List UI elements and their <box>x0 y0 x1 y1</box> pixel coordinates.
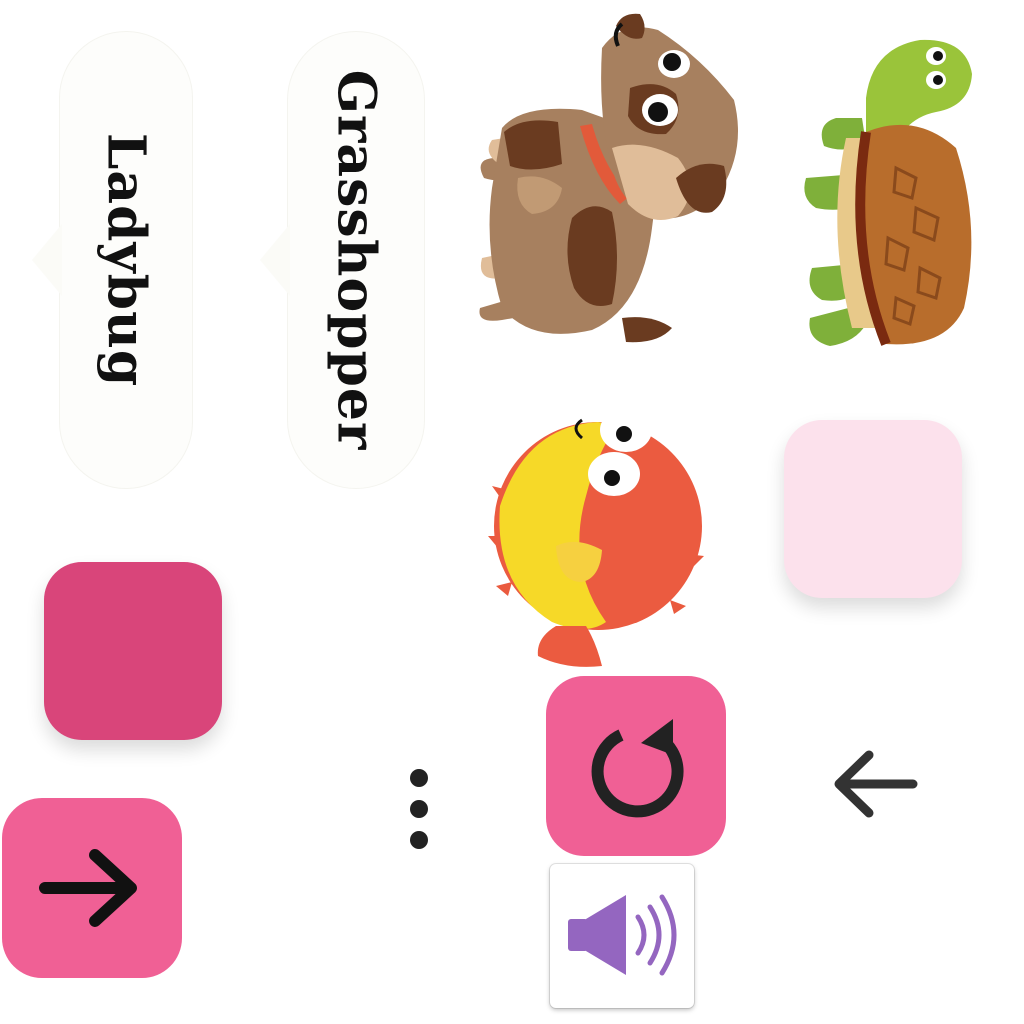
turtle-icon <box>804 39 972 346</box>
dog-icon <box>479 13 738 343</box>
word-card-ladybug[interactable]: Ladybug <box>32 32 192 488</box>
more-vertical-icon <box>410 769 428 849</box>
replay-icon <box>591 719 684 818</box>
game-stage: Ladybug Grasshopper <box>0 0 1024 1024</box>
word-label: Grasshopper <box>325 69 387 451</box>
turtle-picture[interactable] <box>796 28 978 350</box>
pufferfish-icon <box>488 408 704 667</box>
more-options-button[interactable] <box>396 758 442 858</box>
word-card-grasshopper[interactable]: Grasshopper <box>260 32 424 488</box>
word-label: Ladybug <box>95 132 157 388</box>
arrow-right-icon <box>39 849 137 927</box>
replay-button[interactable] <box>546 676 726 856</box>
arrow-left-icon <box>834 750 918 818</box>
light-pink-tile[interactable] <box>784 420 962 598</box>
back-button[interactable] <box>826 744 922 824</box>
next-button[interactable] <box>2 798 182 978</box>
sound-button[interactable] <box>550 864 694 1008</box>
dark-pink-tile[interactable] <box>44 562 222 740</box>
pufferfish-picture[interactable] <box>486 386 712 676</box>
speaker-icon <box>568 894 677 976</box>
dog-picture[interactable] <box>462 8 744 350</box>
